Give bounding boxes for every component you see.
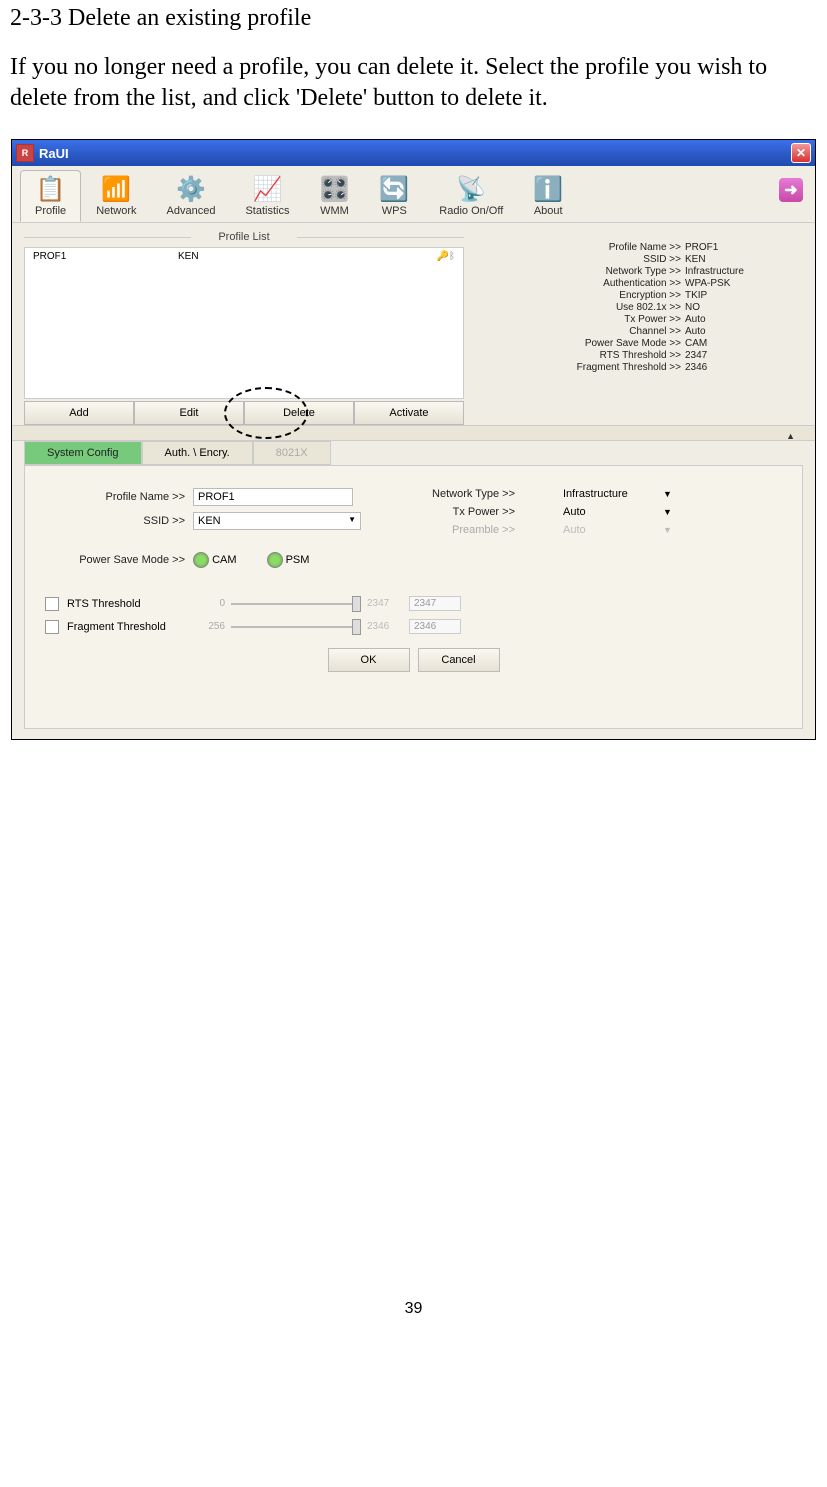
add-button[interactable]: Add <box>24 401 134 425</box>
profile-row[interactable]: PROF1 KEN 🔑ᛒ <box>25 248 463 265</box>
tab-auth-encry[interactable]: Auth. \ Encry. <box>142 441 253 465</box>
wps-icon: 🔄 <box>379 175 409 203</box>
tab-wmm[interactable]: 🎛️ WMM <box>304 170 364 222</box>
titlebar: R RaUI ✕ <box>12 140 815 166</box>
rts-slider[interactable] <box>231 603 361 605</box>
config-panel: Profile Name >> SSID >> KEN▼ Power Save … <box>24 465 803 729</box>
tab-network[interactable]: 📶 Network <box>81 170 151 222</box>
profile-list-label: Profile List <box>24 231 464 243</box>
frag-checkbox[interactable] <box>45 620 59 634</box>
page-number: 39 <box>10 1300 817 1318</box>
section-body: If you no longer need a profile, you can… <box>10 52 817 114</box>
ssid-combo[interactable]: KEN▼ <box>193 512 361 530</box>
tab-wps[interactable]: 🔄 WPS <box>364 170 424 222</box>
radio-cam[interactable] <box>193 552 209 568</box>
wmm-icon: 🎛️ <box>319 175 349 203</box>
profile-list[interactable]: PROF1 KEN 🔑ᛒ <box>24 247 464 399</box>
txpower-select[interactable]: Auto <box>563 506 663 518</box>
gear-icon: ⚙️ <box>167 175 216 203</box>
rts-value-box: 2347 <box>409 596 461 611</box>
toolbar: 📋 Profile 📶 Network ⚙️ Advanced 📈 Statis… <box>12 166 815 223</box>
frag-value-box: 2346 <box>409 619 461 634</box>
security-icon: 🔑ᛒ <box>437 251 455 262</box>
tab-8021x: 8021X <box>253 441 331 465</box>
stats-icon: 📈 <box>245 175 289 203</box>
about-icon: ℹ️ <box>533 175 563 203</box>
network-type-select[interactable]: Infrastructure <box>563 488 663 500</box>
tab-about[interactable]: ℹ️ About <box>518 170 578 222</box>
profile-details: Profile Name >>PROF1 SSID >>KEN Network … <box>464 231 803 425</box>
close-button[interactable]: ✕ <box>791 143 811 163</box>
network-icon: 📶 <box>96 175 136 203</box>
delete-button[interactable]: Delete <box>244 401 354 425</box>
profile-name-input[interactable] <box>193 488 353 506</box>
tab-advanced[interactable]: ⚙️ Advanced <box>152 170 231 222</box>
app-icon: R <box>16 144 34 162</box>
window-title: RaUI <box>39 146 791 161</box>
next-arrow-button[interactable]: ➜ <box>779 178 803 202</box>
ok-button[interactable]: OK <box>328 648 410 672</box>
radio-psm[interactable] <box>267 552 283 568</box>
profile-icon: 📋 <box>35 175 66 203</box>
tab-profile[interactable]: 📋 Profile <box>20 170 81 222</box>
radio-icon: 📡 <box>439 175 503 203</box>
frag-slider[interactable] <box>231 626 361 628</box>
cancel-button[interactable]: Cancel <box>418 648 500 672</box>
tab-statistics[interactable]: 📈 Statistics <box>230 170 304 222</box>
tab-radio[interactable]: 📡 Radio On/Off <box>424 170 518 222</box>
edit-button[interactable]: Edit <box>134 401 244 425</box>
section-heading: 2-3-3 Delete an existing profile <box>10 5 817 32</box>
collapse-toggle[interactable] <box>12 425 815 441</box>
app-window: R RaUI ✕ 📋 Profile 📶 Network ⚙️ Advanced… <box>11 139 816 740</box>
tab-system-config[interactable]: System Config <box>24 441 142 465</box>
preamble-select: Auto <box>563 524 663 536</box>
rts-checkbox[interactable] <box>45 597 59 611</box>
activate-button[interactable]: Activate <box>354 401 464 425</box>
